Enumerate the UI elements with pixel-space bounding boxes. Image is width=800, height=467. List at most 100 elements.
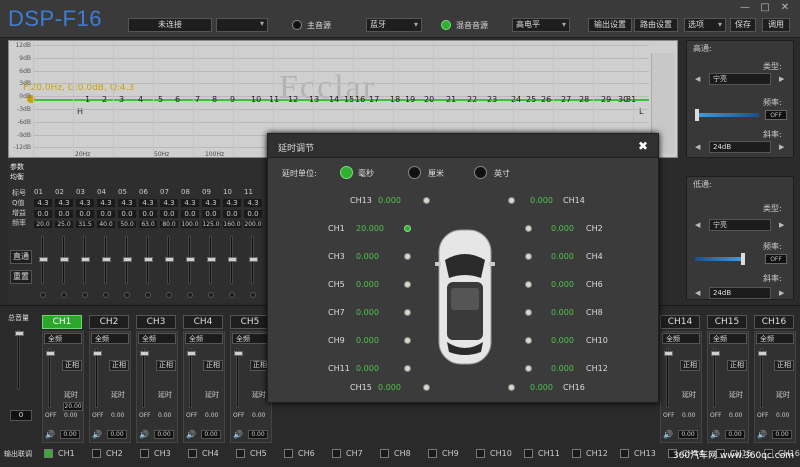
phase-button[interactable]: 正相: [156, 360, 176, 371]
lowpass-type-prev-icon[interactable]: ◀: [695, 221, 700, 229]
band-gain-knob[interactable]: [207, 257, 216, 262]
delay-right-value[interactable]: 0.000: [551, 252, 574, 261]
eq-band-number[interactable]: 8: [212, 95, 217, 104]
speaker-dot-left[interactable]: [404, 281, 411, 288]
band-freq-value[interactable]: 160.0: [223, 221, 241, 228]
close-icon[interactable]: ✕: [778, 2, 792, 13]
band-gain-knob[interactable]: [144, 257, 153, 262]
lowpass-slope-next-icon[interactable]: ▶: [779, 289, 784, 297]
band-bypass-dot[interactable]: [187, 292, 193, 298]
link-checkbox-ch13[interactable]: [620, 449, 629, 458]
channel-volume-knob[interactable]: [140, 351, 149, 356]
channel-type-select[interactable]: 全频: [662, 333, 700, 344]
delay-left-value[interactable]: 0.000: [356, 336, 379, 345]
band-gain-slider[interactable]: [144, 236, 153, 284]
channel-type-select[interactable]: 全频: [232, 333, 270, 344]
unit-in-radio[interactable]: [474, 166, 487, 179]
eq-band-number[interactable]: 26: [541, 95, 551, 104]
band-q-value[interactable]: 4.3: [244, 199, 262, 207]
mix-source-radio[interactable]: [441, 20, 451, 30]
level-select[interactable]: 高电平: [512, 18, 570, 32]
route-settings-button[interactable]: 路由设置: [634, 18, 678, 32]
delay-left-value[interactable]: 0.000: [356, 364, 379, 373]
band-gain-slider[interactable]: [228, 236, 237, 284]
band-bypass-dot[interactable]: [103, 292, 109, 298]
speaker-dot-left[interactable]: [404, 253, 411, 260]
master-volume-slider[interactable]: [15, 330, 24, 390]
band-gain-value[interactable]: 0.0: [244, 210, 262, 218]
highpass-freq-knob[interactable]: [695, 109, 699, 121]
channel-volume-value[interactable]: 0.00: [725, 430, 745, 439]
band-gain-value[interactable]: 0.0: [76, 210, 94, 218]
link-checkbox-ch2[interactable]: [92, 449, 101, 458]
eq-band-number[interactable]: 24: [511, 95, 521, 104]
phase-button[interactable]: 正相: [680, 360, 700, 371]
band-gain-knob[interactable]: [39, 257, 48, 262]
phase-button[interactable]: 正相: [109, 360, 129, 371]
band-bypass-dot[interactable]: [40, 292, 46, 298]
band-bypass-dot[interactable]: [250, 292, 256, 298]
delay-right-value[interactable]: 0.000: [551, 224, 574, 233]
eq-band-number[interactable]: 28: [579, 95, 589, 104]
speaker-dot-right[interactable]: [508, 384, 515, 391]
eq-band-number[interactable]: 4: [138, 95, 143, 104]
options-dropdown[interactable]: 选项: [684, 18, 726, 32]
band-gain-knob[interactable]: [102, 257, 111, 262]
reset-button[interactable]: 重置: [10, 270, 32, 284]
speaker-dot-left[interactable]: [404, 337, 411, 344]
delay-right-value[interactable]: 0.000: [551, 336, 574, 345]
channel-volume-knob[interactable]: [46, 351, 55, 356]
speaker-icon[interactable]: 🔊: [710, 430, 720, 439]
eq-band-number[interactable]: 5: [158, 95, 163, 104]
delay-left-value[interactable]: 0.000: [356, 280, 379, 289]
link-checkbox-ch8[interactable]: [380, 449, 389, 458]
band-gain-slider[interactable]: [81, 236, 90, 284]
band-gain-slider[interactable]: [207, 236, 216, 284]
delay-right-value[interactable]: 0.000: [551, 364, 574, 373]
band-bypass-dot[interactable]: [61, 292, 67, 298]
channel-volume-value[interactable]: 0.00: [107, 430, 127, 439]
band-gain-knob[interactable]: [81, 257, 90, 262]
band-q-value[interactable]: 4.3: [118, 199, 136, 207]
speaker-dot-right[interactable]: [525, 337, 532, 344]
channel-volume-slider[interactable]: [711, 348, 720, 408]
channel-volume-slider[interactable]: [93, 348, 102, 408]
channel-tab-ch16[interactable]: CH16: [754, 315, 794, 329]
band-gain-slider[interactable]: [60, 236, 69, 284]
connect-button[interactable]: 未连接: [128, 18, 212, 32]
channel-type-select[interactable]: 全频: [91, 333, 129, 344]
channel-tab-ch15[interactable]: CH15: [707, 315, 747, 329]
band-gain-value[interactable]: 0.0: [223, 210, 241, 218]
eq-band-number[interactable]: 23: [487, 95, 497, 104]
channel-volume-value[interactable]: 0.00: [201, 430, 221, 439]
eq-band-number[interactable]: 20: [424, 95, 434, 104]
band-gain-value[interactable]: 0.0: [139, 210, 157, 218]
speaker-dot-left[interactable]: [404, 365, 411, 372]
channel-volume-knob[interactable]: [711, 351, 720, 356]
speaker-dot-right[interactable]: [525, 309, 532, 316]
eq-band-number[interactable]: 16: [355, 95, 365, 104]
channel-type-select[interactable]: 全频: [44, 333, 82, 344]
band-freq-value[interactable]: 31.5: [76, 221, 94, 228]
eq-band-number[interactable]: 15: [344, 95, 354, 104]
eq-band-number[interactable]: 14: [329, 95, 339, 104]
delay-left-value[interactable]: 20.000: [356, 224, 384, 233]
eq-band-number[interactable]: 2: [102, 95, 107, 104]
channel-volume-slider[interactable]: [664, 348, 673, 408]
speaker-dot-right[interactable]: [525, 281, 532, 288]
speaker-dot-left[interactable]: [404, 225, 411, 232]
channel-tab-ch2[interactable]: CH2: [89, 315, 129, 329]
band-freq-value[interactable]: 25.0: [55, 221, 73, 228]
main-source-radio[interactable]: [292, 20, 302, 30]
speaker-dot-right[interactable]: [525, 253, 532, 260]
band-gain-value[interactable]: 0.0: [118, 210, 136, 218]
channel-type-select[interactable]: 全频: [709, 333, 747, 344]
eq-band-number[interactable]: 12: [288, 95, 298, 104]
band-gain-slider[interactable]: [39, 236, 48, 284]
band-q-value[interactable]: 4.3: [34, 199, 52, 207]
delay-left-value[interactable]: 0.000: [356, 252, 379, 261]
save-button[interactable]: 保存: [730, 18, 756, 32]
channel-volume-slider[interactable]: [140, 348, 149, 408]
speaker-icon[interactable]: 🔊: [233, 430, 243, 439]
delay-right-value[interactable]: 0.000: [551, 280, 574, 289]
